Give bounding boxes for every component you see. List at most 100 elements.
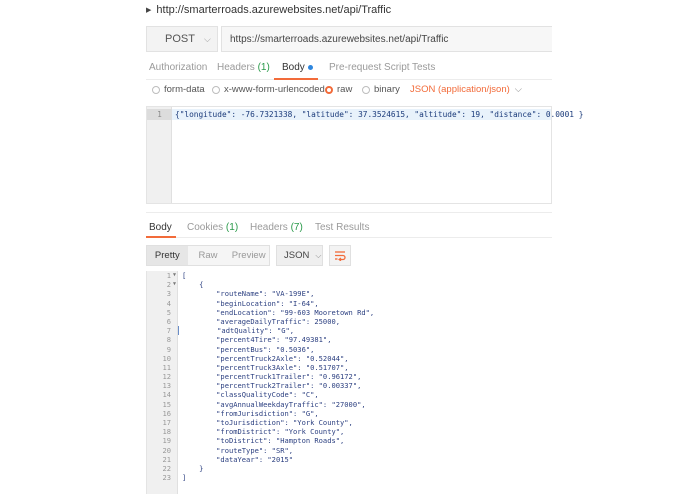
code-text: "toDistrict": "Hampton Roads", <box>182 436 345 446</box>
line-number: 17 <box>162 418 171 427</box>
request-title-text: http://smarterroads.azurewebsites.net/ap… <box>156 4 392 16</box>
line-number: 23 <box>162 473 171 483</box>
method-label: POST <box>165 33 195 45</box>
line-number: 22 <box>162 463 171 473</box>
chevron-down-icon: ⌵ <box>315 250 322 260</box>
response-tab-test-results[interactable]: Test Results <box>315 222 369 233</box>
tab-headers[interactable]: Headers (1) <box>217 62 270 73</box>
modified-dot-icon <box>307 64 313 70</box>
view-raw-button[interactable]: Raw <box>188 246 229 265</box>
request-tabs: Authorization Headers (1) Body Pre-reque… <box>146 58 552 80</box>
option-urlencoded[interactable]: x-www-form-urlencoded <box>212 84 325 95</box>
line-number: 2 <box>166 280 171 290</box>
code-line: 1 ▼ [ <box>147 271 553 280</box>
code-line: 9 "percentBus": "0.5036", <box>147 345 553 354</box>
line-number: 20 <box>162 445 171 455</box>
code-text: "percentBus": "0.5036", <box>182 344 315 354</box>
fold-arrow-icon[interactable]: ▼ <box>171 280 178 289</box>
collapse-caret-icon[interactable]: ▶ <box>146 6 151 14</box>
tab-pre-request-script[interactable]: Pre-request Script <box>329 62 410 73</box>
code-text: "routeType": "SR", <box>182 445 294 455</box>
code-line: 6 "averageDailyTraffic": 25000, <box>147 317 553 326</box>
request-title[interactable]: ▶ http://smarterroads.azurewebsites.net/… <box>146 0 552 20</box>
line-number: 9 <box>166 344 171 354</box>
tab-tests[interactable]: Tests <box>412 62 435 73</box>
radio-raw[interactable] <box>325 85 333 94</box>
line-number: 15 <box>162 399 171 409</box>
code-text: "percentTruck2Trailer": "0.00337", <box>182 381 362 391</box>
line-number: 21 <box>162 454 171 464</box>
line-gutter <box>147 107 172 203</box>
chevron-down-icon: ⌵ <box>514 84 522 95</box>
line-number: 4 <box>166 298 171 308</box>
code-text: "endLocation": "99-603 Mooretown Rd", <box>182 307 375 317</box>
code-text: ] <box>182 473 187 483</box>
option-raw[interactable]: raw <box>325 84 352 95</box>
request-body-editor[interactable]: 1 {"longitude": -76.7321338, "latitude":… <box>146 106 583 204</box>
line-number: 5 <box>166 307 171 317</box>
content-type-dropdown[interactable]: JSON (application/json) ⌵ <box>410 84 522 95</box>
code-line: 5 "endLocation": "99-603 Mooretown Rd", <box>147 308 553 317</box>
code-line: 17 "toJurisdiction": "York County", <box>147 418 553 427</box>
response-tab-cookies[interactable]: Cookies (1) <box>187 222 238 233</box>
response-toolbar: Pretty Raw Preview JSON ⌵ <box>146 245 552 267</box>
code-line: 19 "toDistrict": "Hampton Roads", <box>147 436 553 445</box>
code-text: "adtQuality": "G", <box>178 326 294 336</box>
code-line: 22 } <box>147 464 553 473</box>
url-input[interactable]: https://smarterroads.azurewebsites.net/a… <box>221 26 552 52</box>
code-text: [ <box>182 271 187 280</box>
format-dropdown[interactable]: JSON ⌵ <box>276 245 323 266</box>
wrap-lines-button[interactable] <box>329 245 351 266</box>
code-text: "fromDistrict": "York County", <box>182 427 345 437</box>
fold-arrow-icon[interactable]: ▼ <box>171 271 178 280</box>
response-headers-count: (7) <box>290 222 303 233</box>
code-line: 13 "percentTruck2Trailer": "0.00337", <box>147 381 553 390</box>
response-tab-headers[interactable]: Headers (7) <box>250 222 303 233</box>
view-preview-button[interactable]: Preview <box>228 246 269 265</box>
line-number: 7 <box>166 326 171 336</box>
tab-authorization[interactable]: Authorization <box>149 62 207 73</box>
code-line: 20 "routeType": "SR", <box>147 446 553 455</box>
view-pretty-button[interactable]: Pretty <box>147 246 188 265</box>
response-body-viewer[interactable]: 1 ▼[2 ▼ {3 "routeName": "VA-199E", 4 "begin… <box>146 271 552 494</box>
radio-binary[interactable] <box>362 85 370 94</box>
chevron-down-icon: ⌵ <box>203 33 211 44</box>
radio-urlencoded[interactable] <box>212 85 220 94</box>
code-text: } <box>182 463 204 473</box>
view-mode-switch: Pretty Raw Preview <box>146 245 270 266</box>
code-line: 10 "percentTruck2Axle": "0.52044", <box>147 354 553 363</box>
code-text: "beginLocation": "I-64", <box>182 298 319 308</box>
code-line: 14 "classQualityCode": "C", <box>147 390 553 399</box>
line-number: 13 <box>162 381 171 391</box>
code-text: "percent4Tire": "97.49381", <box>182 335 332 345</box>
wrap-lines-icon <box>335 251 346 261</box>
code-text: "routeName": "VA-199E", <box>182 289 315 299</box>
option-form-data[interactable]: form-data <box>152 84 205 95</box>
code-line: 2 ▼ { <box>147 280 553 289</box>
radio-form-data[interactable] <box>152 85 160 94</box>
headers-count: (1) <box>257 62 270 73</box>
response-tab-body[interactable]: Body <box>149 222 172 233</box>
code-text: "avgAnnualWeekdayTraffic": "27000", <box>182 399 366 409</box>
method-dropdown[interactable]: POST ⌵ <box>146 26 218 52</box>
cookies-count: (1) <box>225 222 239 233</box>
url-bar: POST ⌵ https://smarterroads.azurewebsite… <box>146 26 552 52</box>
tab-body[interactable]: Body <box>282 62 313 73</box>
code-line: 8 "percent4Tire": "97.49381", <box>147 335 553 344</box>
option-binary[interactable]: binary <box>362 84 400 95</box>
